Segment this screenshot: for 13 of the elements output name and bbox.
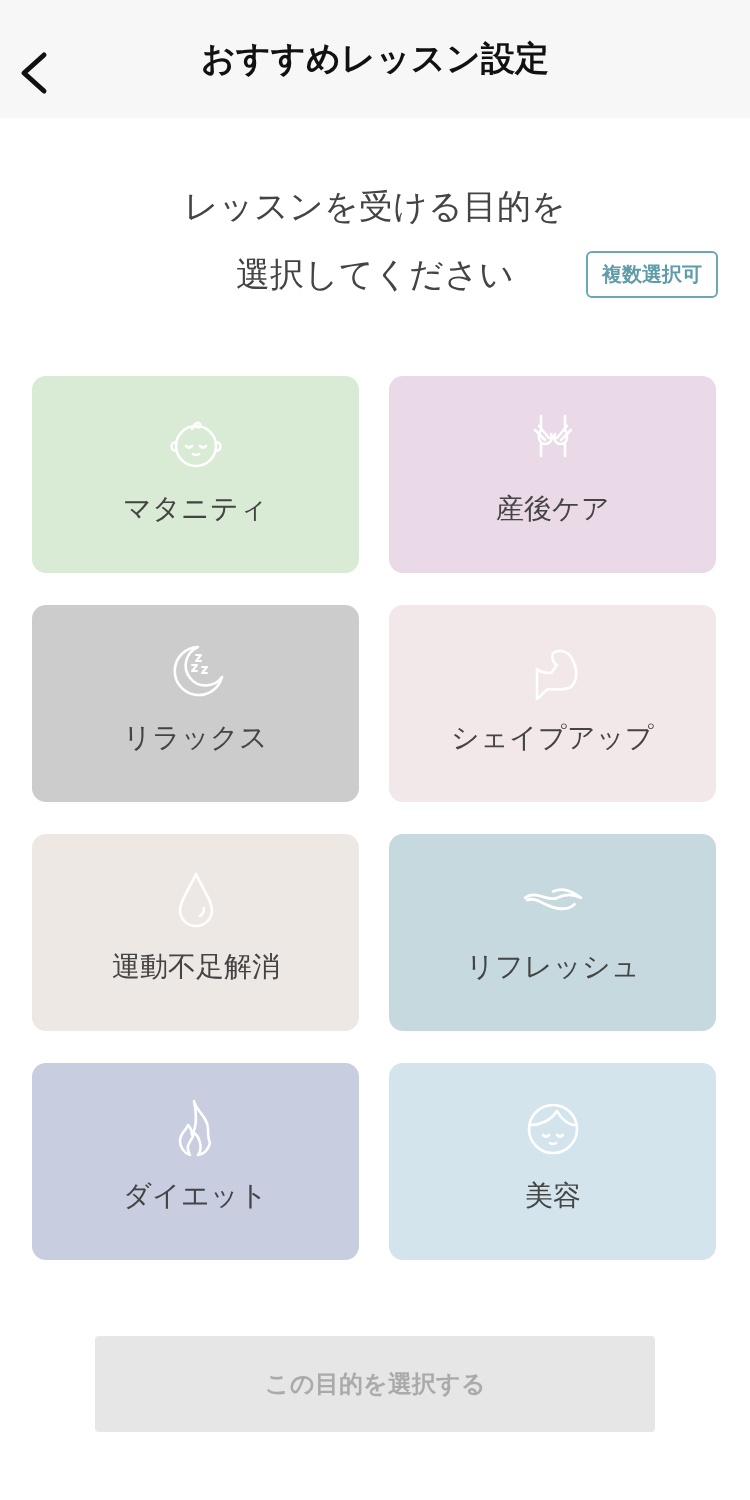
- wind-icon: [522, 887, 583, 913]
- purpose-tile[interactable]: リラックス: [32, 605, 359, 802]
- purpose-tile[interactable]: マタニティ: [32, 376, 359, 573]
- purpose-tile[interactable]: 美容: [389, 1063, 716, 1260]
- screen-title: おすすめレッスン設定: [201, 37, 549, 80]
- purpose-tile[interactable]: ダイエット: [32, 1063, 359, 1260]
- multi-select-badge: 複数選択可: [586, 250, 718, 298]
- prompt-text: レッスンを受ける目的を: [184, 185, 566, 228]
- purpose-tile[interactable]: 運動不足解消: [32, 834, 359, 1031]
- prompt-text: 選択してください: [236, 253, 514, 296]
- purpose-tile[interactable]: シェイプアップ: [389, 605, 716, 802]
- purpose-tile[interactable]: リフレッシュ: [389, 834, 716, 1031]
- purpose-tile[interactable]: 産後ケア: [389, 376, 716, 573]
